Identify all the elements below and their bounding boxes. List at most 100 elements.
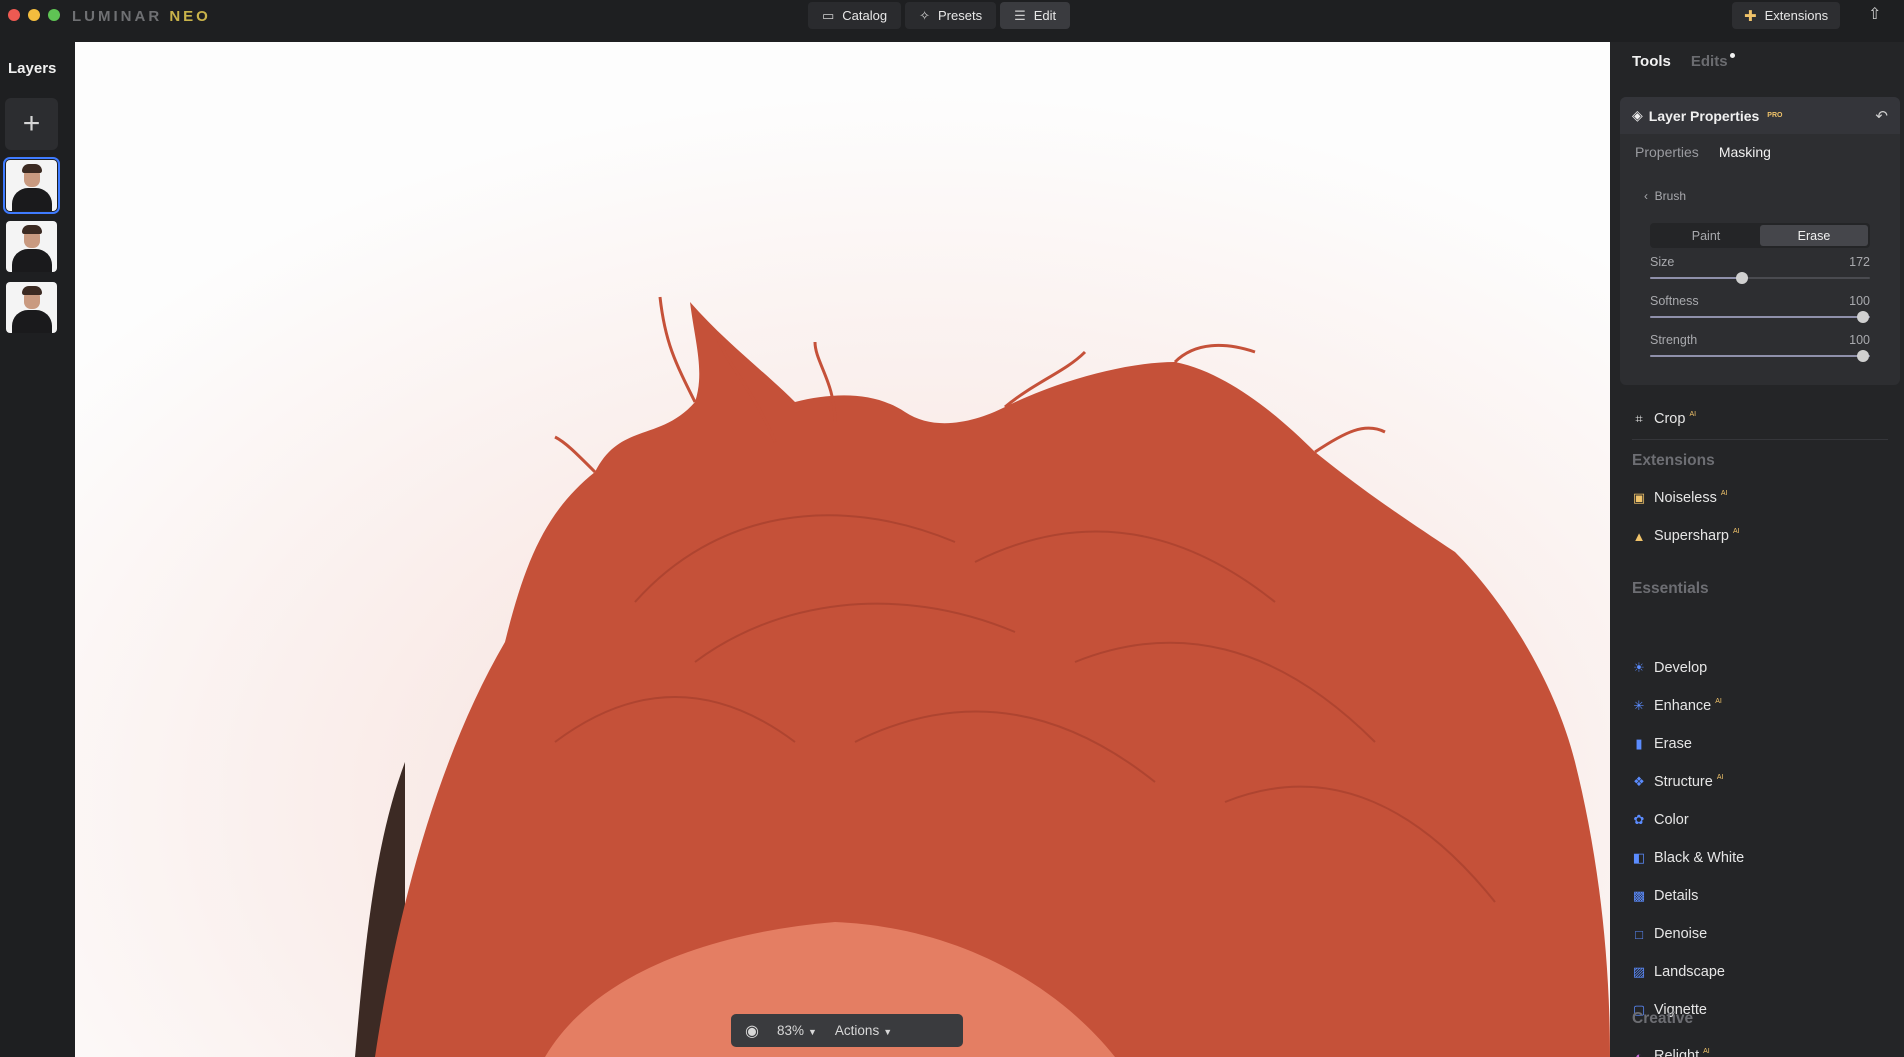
strength-handle[interactable]	[1857, 350, 1870, 362]
ai-badge: AI	[1715, 698, 1722, 705]
tool-structure[interactable]: ❖ Structure AI	[1632, 774, 1723, 790]
sliders-icon: ☰	[1014, 7, 1026, 23]
tab-properties[interactable]: Properties	[1635, 144, 1699, 160]
tool-landscape[interactable]: ▨ Landscape	[1632, 964, 1725, 980]
brush-label: Brush	[1654, 189, 1687, 203]
relight-icon: ◐	[1635, 1048, 1643, 1057]
ai-badge: AI	[1703, 1048, 1710, 1055]
tool-denoise[interactable]: □ Denoise	[1632, 926, 1707, 942]
tool-color[interactable]: ✿ Color	[1632, 812, 1689, 828]
tool-black-white[interactable]: ◧ Black & White	[1632, 850, 1744, 866]
window-minimize-button[interactable]	[28, 9, 40, 21]
window-close-button[interactable]	[8, 9, 20, 21]
tool-develop[interactable]: ☀ Develop	[1632, 660, 1707, 676]
erase-label: Erase	[1654, 736, 1692, 752]
erase-mode-button[interactable]: Erase	[1760, 225, 1868, 246]
thumbnail-body	[12, 310, 52, 333]
eye-icon[interactable]: ◉	[745, 1021, 759, 1041]
canvas-toolbar: ◉ 83% ▼ Actions ▼	[731, 1014, 963, 1047]
brush-back-button[interactable]: ‹ Brush	[1644, 189, 1686, 203]
thumbnail-body	[12, 249, 52, 272]
extensions-button[interactable]: ✚ Extensions	[1732, 2, 1841, 29]
actions-dropdown[interactable]: Actions ▼	[835, 1023, 892, 1038]
crop-label: Crop	[1654, 411, 1686, 427]
noiseless-icon: ▣	[1632, 490, 1646, 505]
size-track[interactable]	[1650, 272, 1870, 284]
details-label: Details	[1654, 888, 1699, 904]
structure-label: Structure	[1654, 774, 1713, 790]
catalog-button[interactable]: ▭ Catalog	[808, 2, 902, 29]
softness-label: Softness	[1650, 294, 1699, 308]
thumbnail-body	[12, 188, 52, 211]
layer-thumbnail-3[interactable]	[6, 282, 57, 333]
share-icon[interactable]: ⇧	[1868, 4, 1881, 24]
crop-icon: ⌗	[1635, 411, 1643, 426]
tab-masking[interactable]: Masking	[1719, 144, 1771, 160]
erase-icon: ▮	[1635, 736, 1643, 751]
black-white-icon: ◧	[1632, 850, 1646, 865]
puzzle-icon: ✚	[1744, 7, 1757, 25]
tool-supersharp[interactable]: ▲ Supersharp AI	[1632, 528, 1740, 544]
enhance-icon: ✳	[1633, 698, 1645, 713]
tab-edits-label: Edits	[1690, 53, 1728, 70]
strength-slider[interactable]: Strength 100	[1650, 333, 1870, 362]
tab-edits[interactable]: Edits	[1691, 53, 1735, 70]
pro-badge: PRO	[1767, 112, 1783, 119]
strength-value: 100	[1849, 333, 1870, 347]
paint-mode-button[interactable]: Paint	[1652, 225, 1760, 246]
ai-badge: AI	[1689, 411, 1697, 418]
layer-properties-tabs: Properties Masking	[1620, 134, 1900, 170]
app-logo: LUMINAR NEO	[72, 8, 211, 25]
tool-enhance[interactable]: ✳ Enhance AI	[1632, 698, 1722, 714]
softness-track[interactable]	[1650, 311, 1870, 323]
softness-slider[interactable]: Softness 100	[1650, 294, 1870, 323]
sparkle-icon: ✧	[919, 7, 931, 23]
tool-crop[interactable]: ⌗ Crop AI	[1632, 411, 1696, 427]
softness-fill	[1650, 316, 1870, 318]
size-fill	[1650, 277, 1743, 279]
reset-icon[interactable]: ↶	[1875, 107, 1888, 125]
essentials-heading: Essentials	[1632, 580, 1709, 597]
landscape-icon: ▨	[1632, 964, 1646, 979]
color-label: Color	[1654, 812, 1689, 828]
window-zoom-button[interactable]	[48, 9, 60, 21]
add-layer-button[interactable]: +	[5, 98, 58, 150]
tool-relight[interactable]: ◐ Relight AI	[1632, 1048, 1710, 1057]
layer-properties-title: Layer Properties	[1648, 107, 1760, 124]
strength-track[interactable]	[1650, 350, 1870, 362]
size-slider[interactable]: Size 172	[1650, 255, 1870, 284]
edit-button[interactable]: ☰ Edit	[1000, 2, 1071, 29]
layers-sidebar: Layers +	[0, 42, 75, 1057]
presets-button[interactable]: ✧ Presets	[905, 2, 997, 29]
layer-thumbnail-1[interactable]	[3, 157, 60, 214]
details-icon: ▩	[1632, 888, 1646, 903]
relight-label: Relight	[1654, 1048, 1700, 1057]
tools-panel: Tools Edits ◈ Layer Properties PRO ↶ Pro…	[1610, 42, 1904, 1057]
color-icon: ✿	[1633, 812, 1645, 827]
layer-properties-header[interactable]: ◈ Layer Properties PRO ↶	[1620, 97, 1900, 134]
ai-badge: AI	[1720, 490, 1728, 497]
unsaved-dot	[1729, 53, 1735, 58]
chevron-down-icon: ▼	[808, 1027, 817, 1037]
black-white-label: Black & White	[1654, 850, 1745, 866]
tool-details[interactable]: ▩ Details	[1632, 888, 1698, 904]
title-bar: LUMINAR NEO ▭ Catalog ✧ Presets ☰ Edit ✚…	[0, 0, 1904, 31]
zoom-dropdown[interactable]: 83% ▼	[777, 1023, 817, 1038]
layers-title: Layers	[8, 60, 57, 77]
tool-noiseless[interactable]: ▣ Noiseless AI	[1632, 490, 1728, 506]
chevron-left-icon: ‹	[1644, 189, 1648, 203]
size-handle[interactable]	[1736, 272, 1749, 284]
tool-erase[interactable]: ▮ Erase	[1632, 736, 1692, 752]
size-value: 172	[1849, 255, 1870, 269]
tab-tools[interactable]: Tools	[1632, 53, 1671, 70]
folder-icon: ▭	[822, 7, 835, 23]
strength-label: Strength	[1650, 333, 1698, 347]
extensions-heading: Extensions	[1632, 452, 1715, 469]
image-canvas[interactable]: ◉ 83% ▼ Actions ▼	[75, 42, 1610, 1057]
softness-handle[interactable]	[1857, 311, 1870, 323]
noiseless-label: Noiseless	[1654, 490, 1717, 506]
denoise-icon: □	[1635, 926, 1643, 942]
layer-thumbnail-2[interactable]	[6, 221, 57, 272]
ai-badge: AI	[1732, 528, 1740, 535]
softness-value: 100	[1849, 294, 1870, 308]
